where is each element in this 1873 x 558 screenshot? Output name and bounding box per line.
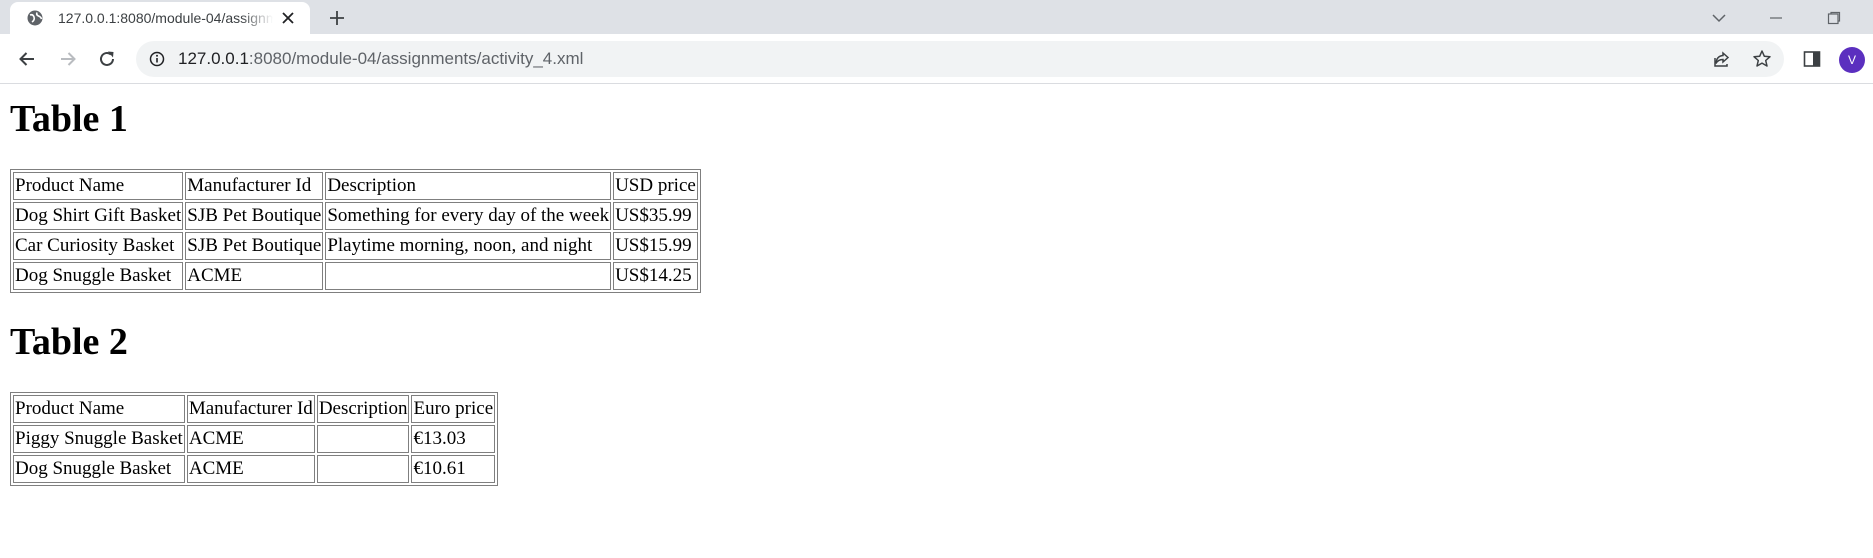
table-cell bbox=[316, 425, 410, 453]
table-cell bbox=[325, 262, 612, 290]
products-euro-table: Product Name Manufacturer Id Description Eu… bbox=[10, 392, 499, 486]
column-header: USD price bbox=[613, 172, 698, 200]
table-cell: SJB Pet Boutique bbox=[185, 232, 324, 260]
browser-tab[interactable]: 127.0.0.1:8080/module-04/assignments/act… bbox=[10, 2, 310, 34]
reload-icon[interactable] bbox=[94, 46, 120, 72]
table-cell: Playtime morning, noon, and night bbox=[325, 232, 612, 260]
table-row: Dog Snuggle Basket ACME US$14.25 bbox=[13, 262, 698, 290]
table-cell: ACME bbox=[185, 262, 324, 290]
forward-icon[interactable] bbox=[55, 46, 81, 72]
column-header: Description bbox=[325, 172, 612, 200]
side-panel-icon[interactable] bbox=[1800, 47, 1824, 71]
table-cell: US$14.25 bbox=[613, 262, 698, 290]
column-header: Manufacturer Id bbox=[185, 172, 324, 200]
profile-avatar[interactable]: V bbox=[1839, 47, 1865, 73]
table-cell: Something for every day of the week bbox=[325, 202, 612, 230]
column-header: Description bbox=[316, 395, 410, 423]
column-header: Euro price bbox=[411, 395, 496, 423]
site-info-icon[interactable] bbox=[148, 50, 166, 68]
tab-search-icon[interactable] bbox=[1707, 6, 1731, 30]
url-path: :8080/module-04/assignments/activity_4.x… bbox=[248, 49, 584, 68]
table-cell: Car Curiosity Basket bbox=[13, 232, 184, 260]
table-cell: Dog Snuggle Basket bbox=[13, 455, 185, 483]
table-cell: Dog Snuggle Basket bbox=[13, 262, 184, 290]
table-row: Dog Snuggle Basket ACME €10.61 bbox=[13, 455, 496, 483]
table-cell: €13.03 bbox=[411, 425, 496, 453]
table-cell: US$15.99 bbox=[613, 232, 698, 260]
address-bar[interactable]: 127.0.0.1:8080/module-04/assignments/act… bbox=[136, 41, 1784, 77]
header-row: Product Name Manufacturer Id Description US… bbox=[13, 172, 698, 200]
page-content: Table 1 Product Name Manufacturer Id Descr… bbox=[0, 85, 1873, 558]
column-header: Manufacturer Id bbox=[186, 395, 315, 423]
table2-heading: Table 2 bbox=[10, 321, 128, 363]
restore-icon[interactable] bbox=[1822, 6, 1846, 30]
back-icon[interactable] bbox=[14, 46, 40, 72]
table1-heading: Table 1 bbox=[10, 98, 128, 140]
table-cell: €10.61 bbox=[411, 455, 496, 483]
share-icon[interactable] bbox=[1710, 47, 1734, 71]
new-tab-icon[interactable] bbox=[325, 6, 349, 30]
table-cell: Piggy Snuggle Basket bbox=[13, 425, 185, 453]
url-text: 127.0.0.1:8080/module-04/assignments/act… bbox=[178, 49, 583, 69]
table-row: Car Curiosity Basket SJB Pet Boutique Play… bbox=[13, 232, 698, 260]
browser-toolbar: 127.0.0.1:8080/module-04/assignments/act… bbox=[0, 34, 1873, 84]
table-cell: SJB Pet Boutique bbox=[185, 202, 324, 230]
table-cell: ACME bbox=[186, 425, 315, 453]
table-row: Dog Shirt Gift Basket SJB Pet Boutique Som… bbox=[13, 202, 698, 230]
header-row: Product Name Manufacturer Id Description Eu… bbox=[13, 395, 496, 423]
table-cell: US$35.99 bbox=[613, 202, 698, 230]
tab-strip: 127.0.0.1:8080/module-04/assignments/act… bbox=[0, 0, 1873, 34]
globe-icon bbox=[26, 9, 44, 27]
bookmark-star-icon[interactable] bbox=[1750, 47, 1774, 71]
minimize-icon[interactable] bbox=[1764, 6, 1788, 30]
url-host: 127.0.0.1 bbox=[178, 49, 249, 68]
table-cell: Dog Shirt Gift Basket bbox=[13, 202, 184, 230]
column-header: Product Name bbox=[13, 172, 184, 200]
close-tab-icon[interactable] bbox=[280, 10, 296, 26]
table-cell: ACME bbox=[186, 455, 315, 483]
tab-title: 127.0.0.1:8080/module-04/assignments/act… bbox=[58, 10, 273, 26]
table-cell bbox=[316, 455, 410, 483]
table-row: Piggy Snuggle Basket ACME €13.03 bbox=[13, 425, 496, 453]
products-usd-table: Product Name Manufacturer Id Description US… bbox=[10, 169, 701, 293]
column-header: Product Name bbox=[13, 395, 185, 423]
